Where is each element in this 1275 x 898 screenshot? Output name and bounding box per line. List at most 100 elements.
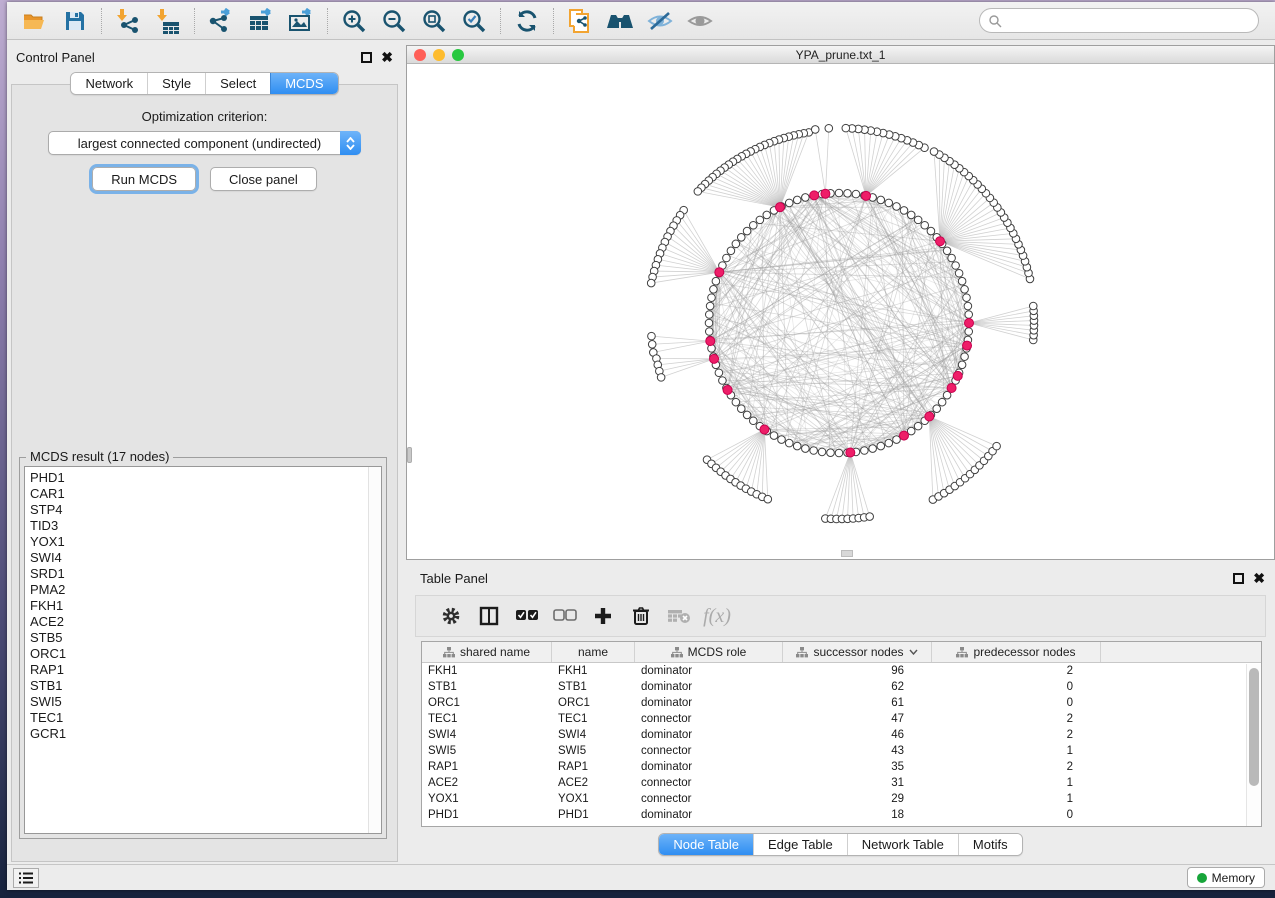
network-node[interactable] <box>914 422 922 430</box>
column-header-shared-name[interactable]: shared name <box>422 642 552 662</box>
tab-style[interactable]: Style <box>147 73 205 94</box>
network-node[interactable] <box>877 196 885 204</box>
network-node[interactable] <box>727 247 735 255</box>
network-node[interactable] <box>743 411 751 419</box>
network-node[interactable] <box>900 207 908 215</box>
mcds-result-item[interactable]: GCR1 <box>30 726 381 742</box>
add-row-icon[interactable] <box>584 599 622 633</box>
tab-network-table[interactable]: Network Table <box>847 834 958 855</box>
mcds-list-scrollbar[interactable] <box>368 467 381 833</box>
column-header-name[interactable]: name <box>552 642 635 662</box>
network-window-titlebar[interactable]: YPA_prune.txt_1 <box>407 46 1274 64</box>
delete-row-icon[interactable] <box>622 599 660 633</box>
network-graph[interactable] <box>407 64 1274 559</box>
tab-mcds[interactable]: MCDS <box>270 73 337 94</box>
import-table-icon[interactable] <box>148 5 188 37</box>
network-node[interactable] <box>763 211 771 219</box>
network-leaf-node[interactable] <box>825 124 833 132</box>
network-node[interactable] <box>802 445 810 453</box>
network-leaf-node[interactable] <box>930 148 938 156</box>
close-panel-button[interactable]: Close panel <box>210 167 317 191</box>
network-leaf-node[interactable] <box>811 126 819 134</box>
column-header-MCDS-role[interactable]: MCDS role <box>635 642 783 662</box>
search-box[interactable] <box>979 8 1259 33</box>
network-leaf-node[interactable] <box>647 279 655 287</box>
column-header-successor-nodes[interactable]: successor nodes <box>783 642 932 662</box>
network-leaf-node[interactable] <box>648 340 656 348</box>
mcds-result-item[interactable]: STP4 <box>30 502 381 518</box>
mcds-result-list[interactable]: PHD1CAR1STP4TID3YOX1SWI4SRD1PMA2FKH1ACE2… <box>24 466 382 834</box>
network-node[interactable] <box>943 247 951 255</box>
network-node[interactable] <box>793 196 801 204</box>
hide-selected-eye-icon[interactable] <box>640 5 680 37</box>
table-row[interactable]: SWI5SWI5connector431 <box>422 743 1261 759</box>
mcds-dominator-node[interactable] <box>710 354 719 363</box>
network-node[interactable] <box>914 216 922 224</box>
network-node[interactable] <box>756 216 764 224</box>
network-node[interactable] <box>958 361 966 369</box>
network-node[interactable] <box>869 445 877 453</box>
settings-gear-icon[interactable] <box>432 599 470 633</box>
table-scrollbar[interactable] <box>1246 664 1261 826</box>
mcds-dominator-node[interactable] <box>775 203 784 212</box>
float-panel-icon[interactable] <box>1233 573 1244 584</box>
table-scrollbar-thumb[interactable] <box>1249 668 1259 786</box>
float-panel-icon[interactable] <box>361 52 372 63</box>
network-node[interactable] <box>770 432 778 440</box>
table-row[interactable]: STB1STB1dominator620 <box>422 679 1261 695</box>
mcds-dominator-node[interactable] <box>936 237 945 246</box>
splitter-handle-horizontal[interactable] <box>841 550 853 557</box>
network-node[interactable] <box>955 269 963 277</box>
tab-network[interactable]: Network <box>71 73 147 94</box>
network-leaf-node[interactable] <box>866 513 874 521</box>
network-leaf-node[interactable] <box>842 124 850 132</box>
zoom-fit-icon[interactable] <box>414 5 454 37</box>
network-node[interactable] <box>961 286 969 294</box>
mcds-result-item[interactable]: SWI5 <box>30 694 381 710</box>
mcds-dominator-node[interactable] <box>953 371 962 380</box>
network-node[interactable] <box>810 447 818 455</box>
network-node[interactable] <box>835 449 843 457</box>
mcds-dominator-node[interactable] <box>821 189 830 198</box>
network-leaf-node[interactable] <box>993 442 1001 450</box>
network-node[interactable] <box>732 240 740 248</box>
deselect-all-icon[interactable] <box>546 599 584 633</box>
mcds-dominator-node[interactable] <box>760 425 769 434</box>
table-row[interactable]: FKH1FKH1dominator962 <box>422 663 1261 679</box>
network-node[interactable] <box>793 442 801 450</box>
network-node[interactable] <box>835 189 843 197</box>
refresh-layout-icon[interactable] <box>507 5 547 37</box>
open-folder-icon[interactable] <box>15 5 55 37</box>
network-node[interactable] <box>732 398 740 406</box>
network-leaf-node[interactable] <box>657 374 665 382</box>
network-node[interactable] <box>927 227 935 235</box>
mcds-result-item[interactable]: PMA2 <box>30 582 381 598</box>
mcds-result-item[interactable]: ACE2 <box>30 614 381 630</box>
network-node[interactable] <box>785 439 793 447</box>
network-node[interactable] <box>877 442 885 450</box>
network-node[interactable] <box>827 449 835 457</box>
network-node[interactable] <box>921 221 929 229</box>
network-node[interactable] <box>712 277 720 285</box>
network-node[interactable] <box>965 311 973 319</box>
network-node[interactable] <box>933 405 941 413</box>
network-node[interactable] <box>706 302 714 310</box>
network-node[interactable] <box>964 302 972 310</box>
table-row[interactable]: SWI4SWI4dominator462 <box>422 727 1261 743</box>
network-node[interactable] <box>952 262 960 270</box>
memory-button[interactable]: Memory <box>1187 867 1265 888</box>
network-node[interactable] <box>844 189 852 197</box>
mcds-result-item[interactable]: TID3 <box>30 518 381 534</box>
network-node[interactable] <box>749 221 757 229</box>
mcds-result-item[interactable]: RAP1 <box>30 662 381 678</box>
table-row[interactable]: YOX1YOX1connector291 <box>422 791 1261 807</box>
network-node[interactable] <box>893 436 901 444</box>
mcds-dominator-node[interactable] <box>963 341 972 350</box>
network-canvas[interactable] <box>407 64 1274 559</box>
table-row[interactable]: ACE2ACE2connector311 <box>422 775 1261 791</box>
network-node[interactable] <box>710 286 718 294</box>
mcds-dominator-node[interactable] <box>706 337 715 346</box>
zoom-in-icon[interactable] <box>334 5 374 37</box>
network-node[interactable] <box>705 311 713 319</box>
network-node[interactable] <box>965 328 973 336</box>
